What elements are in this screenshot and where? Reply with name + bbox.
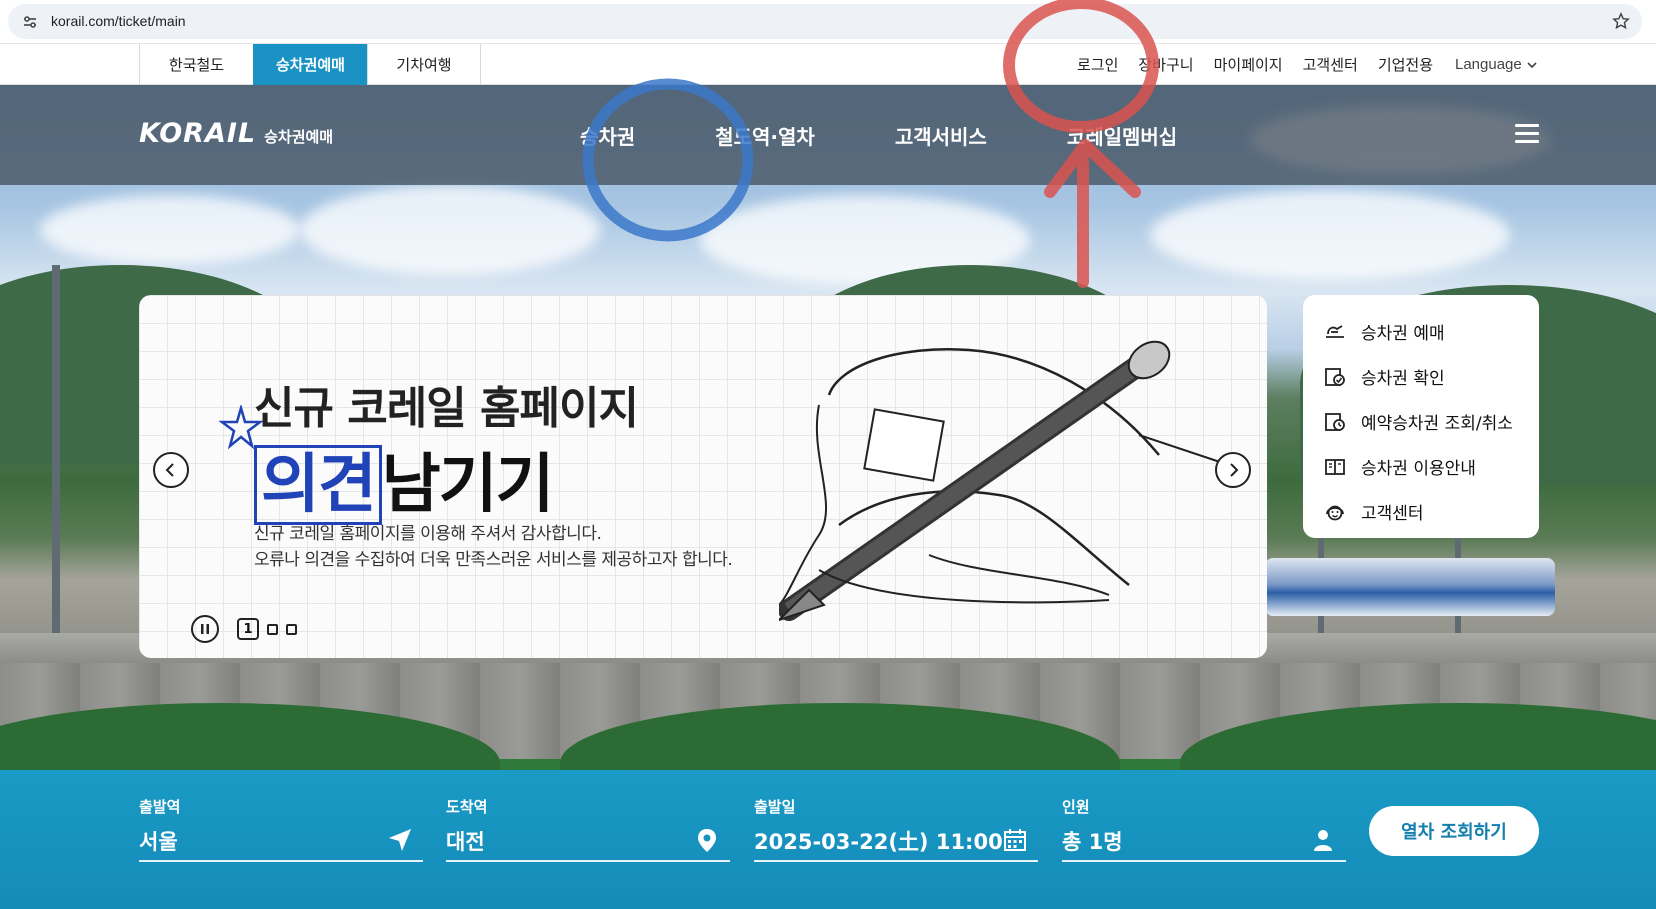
banner-desc-line1: 신규 코레일 홈페이지를 이용해 주셔서 감사합니다. [254,524,602,544]
quick-item-label: 승차권 이용안내 [1361,459,1476,479]
date-value[interactable]: 2025-03-22(土) 11:00 [754,826,1003,856]
site-info-icon[interactable] [22,14,38,30]
banner-page-indicator[interactable]: 1 [237,618,259,640]
passenger-value[interactable]: 총 1명 [1062,826,1123,856]
search-trains-button[interactable]: 열차 조회하기 [1369,806,1539,856]
quick-item-label: 승차권 예매 [1361,324,1445,344]
address-bar[interactable]: korail.com/ticket/main [8,4,1642,39]
chevron-down-icon [1527,61,1537,68]
hamburger-menu-icon[interactable] [1515,124,1539,144]
passenger-field[interactable]: 인원 총 1명 [1062,796,1346,862]
date-field[interactable]: 출발일 2025-03-22(土) 11:00 [754,796,1038,862]
banner-pause-button[interactable] [191,615,219,643]
language-label: Language [1455,56,1522,73]
site-tabs: 한국철도 승차권예매 기차여행 [139,44,481,85]
nav-item-ticket[interactable]: 승차권 [580,121,635,150]
customer-center-link[interactable]: 고객센터 [1303,54,1358,75]
departure-field[interactable]: 출발역 서울 [139,796,423,862]
ticket-pen-icon [1326,324,1344,338]
banner-headline-rest: 남기기 [381,448,555,522]
nav-menu: 승차권 철도역·열차 고객서비스 코레일멤버십 [580,85,1237,185]
ticket-search-icon [1325,412,1345,431]
login-link[interactable]: 로그인 [1077,54,1118,75]
banner-pager: 1 [191,615,297,643]
banner-title: 신규 코레일 홈페이지 [254,383,639,434]
arrival-label: 도착역 [446,798,488,816]
banner-page-dot[interactable] [286,623,297,635]
train-image [1265,558,1555,616]
tab-train-travel[interactable]: 기차여행 [367,44,481,85]
banner-headline: 의견 남기기 [254,433,555,525]
business-link[interactable]: 기업전용 [1378,54,1433,75]
ticket-check-icon [1325,367,1345,386]
calendar-icon[interactable] [1002,827,1028,853]
banner-page-dot[interactable] [267,623,278,635]
pause-icon [201,624,209,634]
quick-item-ticket-guide[interactable]: 승차권 이용안내 [1323,444,1519,489]
location-arrow-icon[interactable] [387,827,413,853]
promo-banner[interactable]: 신규 코레일 홈페이지 의견 남기기 신규 코레일 홈페이지를 이용해 주셔서 감… [139,295,1267,658]
nav-item-customer-service[interactable]: 고객서비스 [895,121,987,150]
bookmark-star-icon[interactable] [1612,12,1630,30]
hand-holding-pencil-illustration [779,340,1230,621]
tab-korail[interactable]: 한국철도 [139,44,253,85]
banner-headline-highlight: 의견 [254,445,382,525]
quick-item-customer-center[interactable]: 고객센터 [1323,489,1519,534]
quick-item-label: 예약승차권 조회/취소 [1361,414,1513,434]
arrival-value[interactable]: 대전 [446,826,485,856]
quick-item-label: 승차권 확인 [1361,369,1445,389]
korail-logo[interactable]: KORAIL 승차권예매 [139,118,333,149]
passenger-label: 인원 [1062,798,1090,816]
book-icon [1325,458,1345,475]
quick-item-ticket-booking[interactable]: 승차권 예매 [1323,309,1519,354]
browser-toolbar: korail.com/ticket/main [0,0,1656,44]
nav-item-stations-trains[interactable]: 철도역·열차 [715,121,815,150]
url-text[interactable]: korail.com/ticket/main [51,13,186,29]
banner-prev-button[interactable] [153,452,189,488]
tab-ticket-booking[interactable]: 승차권예매 [253,44,367,85]
cart-link[interactable]: 장바구니 [1138,54,1193,75]
banner-desc-line2: 오류나 의견을 수집하여 더욱 만족스러운 서비스를 제공하고자 합니다. [254,550,733,570]
arrival-field[interactable]: 도착역 대전 [446,796,730,862]
departure-label: 출발역 [139,798,181,816]
headset-icon [1326,505,1344,520]
utility-bar: 한국철도 승차권예매 기차여행 로그인 장바구니 마이페이지 고객센터 기업전용… [0,44,1656,85]
quick-menu: 승차권 예매 승차권 확인 예약승차권 조회/취소 승차권 이용안내 고객센터 [1303,295,1539,538]
nav-item-membership[interactable]: 코레일멤버십 [1067,121,1177,150]
quick-item-label: 고객센터 [1361,504,1424,524]
utility-links: 로그인 장바구니 마이페이지 고객센터 기업전용 [1077,44,1433,85]
logo-subtext: 승차권예매 [264,128,334,146]
quick-item-ticket-check[interactable]: 승차권 확인 [1323,354,1519,399]
date-label: 출발일 [754,798,796,816]
departure-value[interactable]: 서울 [139,826,178,856]
banner-description: 신규 코레일 홈페이지를 이용해 주셔서 감사합니다. 오류나 의견을 수집하여… [254,521,733,573]
quick-item-reservation-search[interactable]: 예약승차권 조회/취소 [1323,399,1519,444]
mypage-link[interactable]: 마이페이지 [1214,54,1283,75]
logo-text: KORAIL [139,118,257,149]
language-select[interactable]: Language [1455,44,1538,85]
main-navigation: KORAIL 승차권예매 승차권 철도역·열차 고객서비스 코레일멤버십 [0,85,1656,185]
banner-next-button[interactable] [1215,452,1251,488]
map-pin-icon[interactable] [694,827,720,853]
chevron-right-icon [1230,463,1239,477]
chevron-left-icon [165,463,174,477]
train-search-bar: 출발역 서울 도착역 대전 출발일 2025-03-22(土) 11:00 인원 [0,770,1656,909]
person-icon[interactable] [1310,827,1336,853]
